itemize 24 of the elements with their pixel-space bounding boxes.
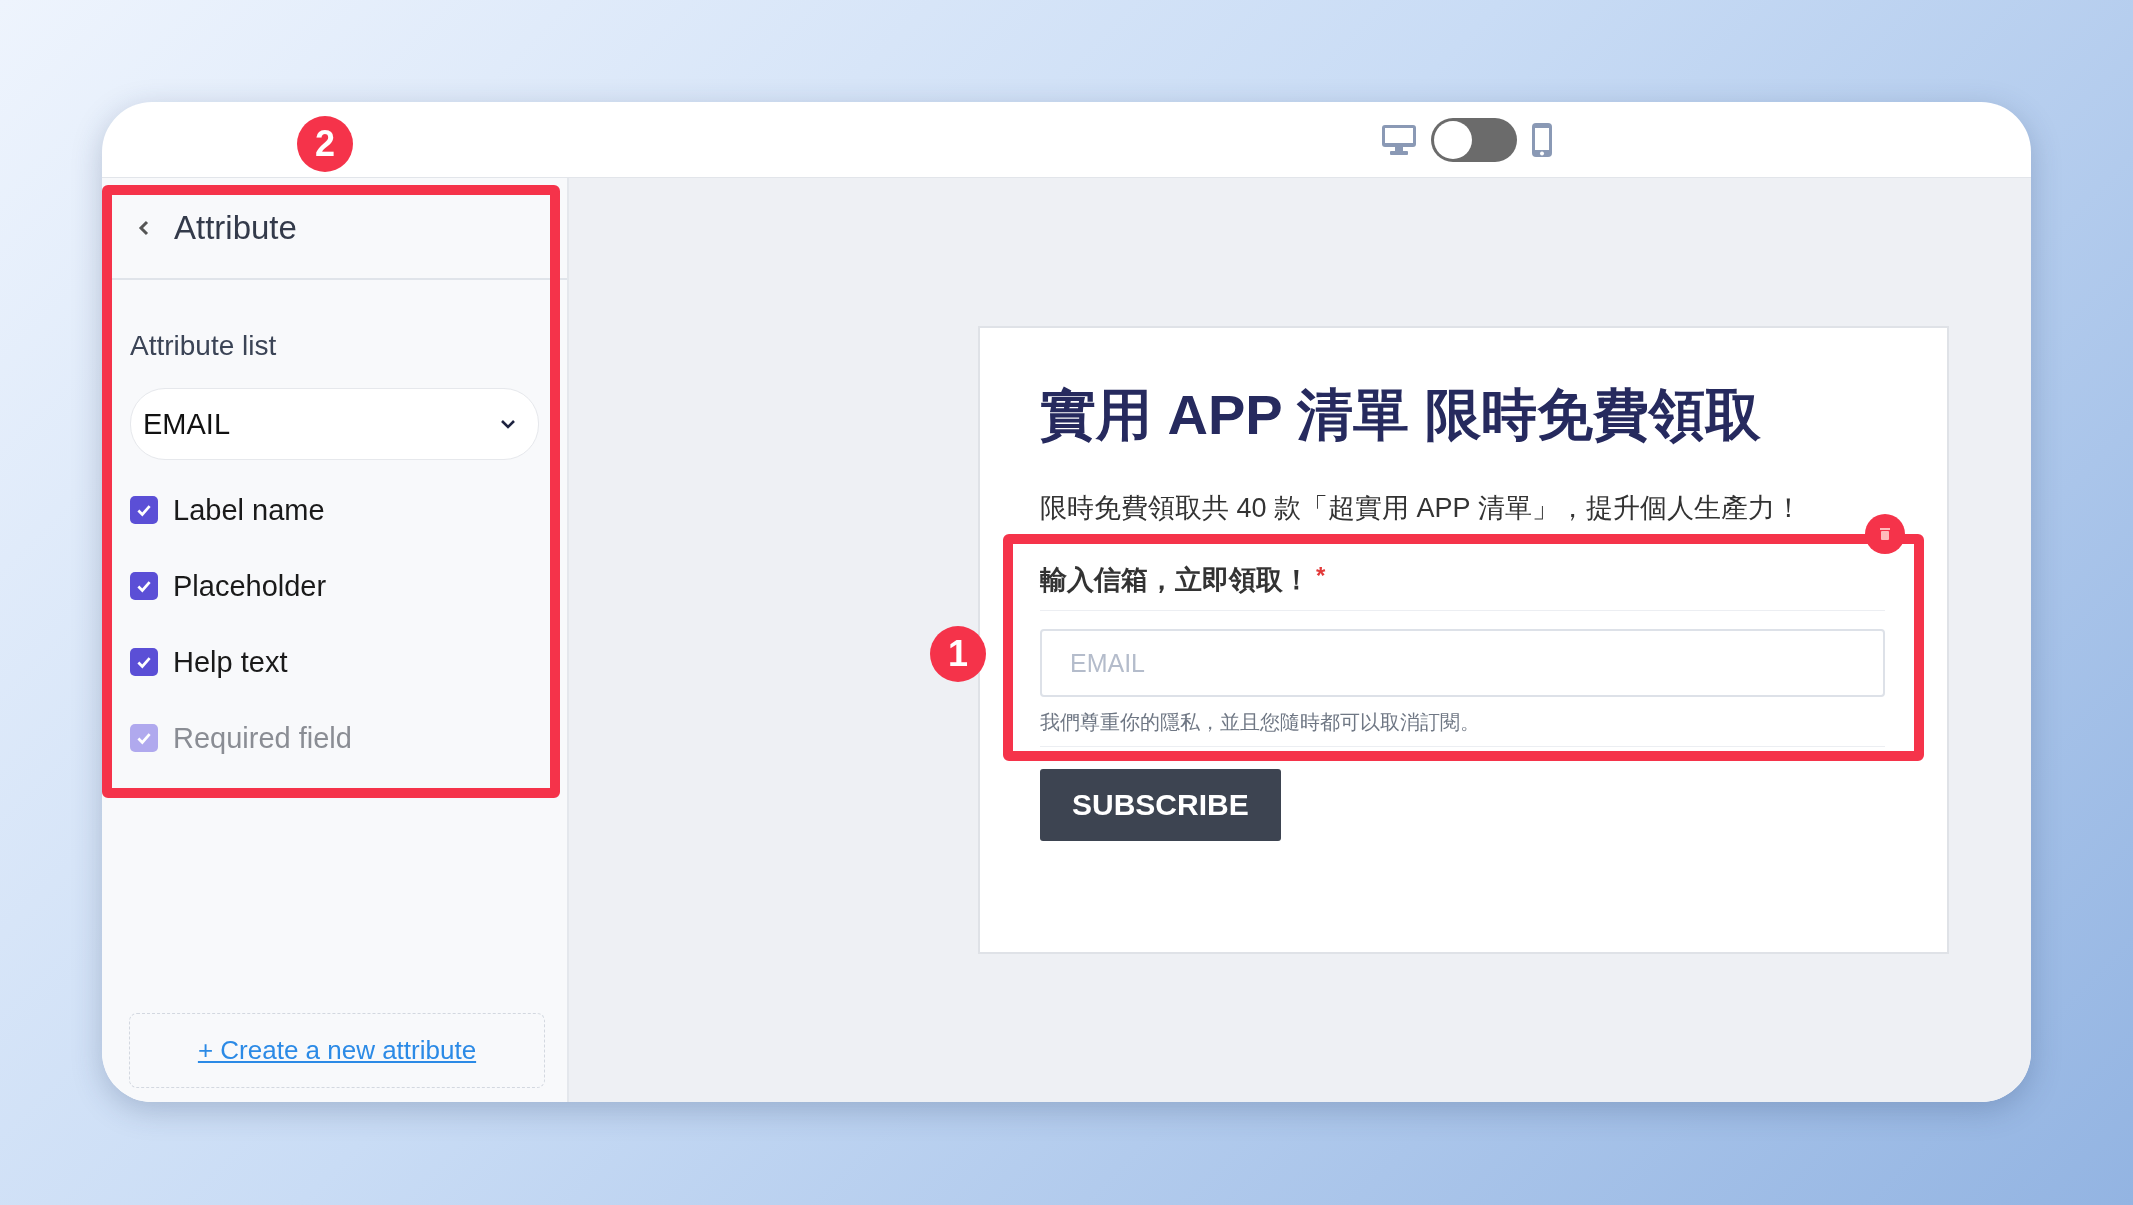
email-input[interactable]: EMAIL	[1040, 629, 1885, 697]
checkbox[interactable]	[130, 572, 158, 600]
form-subtitle: 限時免費領取共 40 款「超實用 APP 清單」，提升個人生產力！	[1040, 492, 1803, 525]
desktop-icon[interactable]	[1380, 123, 1417, 156]
panel-title: Attribute	[174, 209, 297, 247]
attribute-dropdown[interactable]: EMAIL	[130, 388, 539, 460]
required-mark: *	[1316, 562, 1326, 590]
phone-icon[interactable]	[1530, 121, 1553, 158]
checkbox-label: Placeholder	[173, 569, 327, 603]
checkbox-label: Label name	[173, 493, 325, 527]
checkbox[interactable]	[130, 648, 158, 676]
checkbox[interactable]	[130, 496, 158, 524]
annotation-badge: 1	[930, 626, 986, 682]
checkbox-label: Required field	[173, 721, 352, 755]
checkbox-label: Help text	[173, 645, 288, 679]
field-label: 輸入信箱，立即領取！	[1040, 564, 1310, 597]
attribute-list-label: Attribute list	[130, 330, 278, 362]
annotation-badge: 2	[297, 116, 353, 172]
chevron-down-icon	[500, 419, 516, 429]
back-icon[interactable]	[138, 220, 150, 236]
view-toggle[interactable]	[1430, 117, 1517, 162]
form-title: 實用 APP 清單 限時免費領取	[1040, 382, 1762, 448]
help-text: 我們尊重你的隱私，並且您隨時都可以取消訂閱。	[1040, 709, 1885, 747]
subscribe-button[interactable]: SUBSCRIBE	[1040, 769, 1281, 841]
